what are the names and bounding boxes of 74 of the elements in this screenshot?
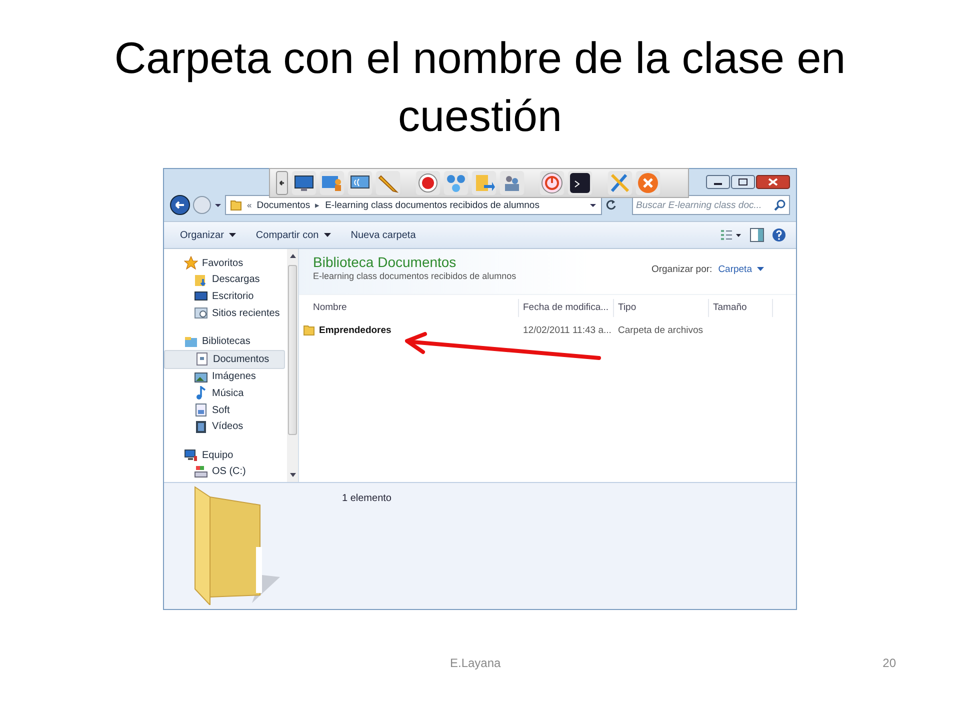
breadcrumb-separator[interactable]: « xyxy=(247,200,252,210)
drive-icon xyxy=(194,464,208,479)
caret-icon xyxy=(757,267,764,272)
film-icon xyxy=(194,420,208,434)
people-icon[interactable] xyxy=(500,171,524,195)
sidebar-item[interactable]: Equipo xyxy=(164,446,287,464)
search-field[interactable]: Buscar E-learning class doc... xyxy=(632,195,790,215)
column-header[interactable]: Tamaño xyxy=(709,299,773,317)
library-subtitle: E-learning class documentos recibidos de alumnos xyxy=(313,271,516,281)
network-icon[interactable] xyxy=(444,171,468,195)
view-list-icon[interactable] xyxy=(720,228,742,242)
column-header[interactable]: Fecha de modifica... xyxy=(519,299,614,317)
sidebar-item[interactable]: Música xyxy=(164,385,287,402)
monitor-icon[interactable] xyxy=(292,171,316,195)
breadcrumb-separator[interactable]: ▸ xyxy=(315,200,320,210)
arrange-label: Organizar por: xyxy=(651,264,712,275)
file-name: Emprendedores xyxy=(319,324,392,336)
slide-title: Carpeta con el nombre de la clase en cuestión xyxy=(113,33,847,143)
minimize-icon[interactable] xyxy=(706,175,730,189)
column-header[interactable]: Tipo xyxy=(614,299,709,317)
library-title: Biblioteca Documentos xyxy=(313,254,458,270)
table-cell-text: Carpeta de archivos xyxy=(617,324,704,336)
large-folder-icon xyxy=(192,485,282,605)
caret-icon[interactable] xyxy=(214,201,222,209)
computer-icon xyxy=(184,448,198,462)
sidebar-item[interactable]: Favoritos xyxy=(164,255,287,272)
command-button[interactable]: Nueva carpeta xyxy=(344,228,422,242)
tools-icon[interactable] xyxy=(608,171,632,195)
sidebar-item[interactable]: Soft xyxy=(164,402,287,418)
monitor-signal-icon[interactable] xyxy=(348,171,372,195)
command-button[interactable]: Compartir con xyxy=(250,228,337,242)
help-icon[interactable] xyxy=(772,228,786,242)
status-text: 1 elemento xyxy=(342,493,392,504)
arrange-dropdown[interactable]: Carpeta xyxy=(716,264,766,275)
document-icon xyxy=(195,352,209,366)
folder-download-icon xyxy=(194,272,208,287)
sidebar-item[interactable]: Imágenes xyxy=(164,368,287,386)
terminal-icon[interactable] xyxy=(568,171,592,195)
sidebar-item[interactable]: Sitios recientes xyxy=(164,304,287,322)
star-icon xyxy=(184,256,198,270)
maximize-icon[interactable] xyxy=(731,175,755,189)
document-icon xyxy=(194,403,208,418)
library-icon xyxy=(184,334,198,349)
search-icon[interactable] xyxy=(774,199,786,211)
sidebar-item[interactable]: Escritorio xyxy=(164,288,287,305)
sidebar-item[interactable]: Descargas xyxy=(164,272,287,288)
refresh-icon[interactable] xyxy=(605,199,617,211)
command-button[interactable]: Organizar xyxy=(174,228,242,242)
sidebar-item[interactable]: Bibliotecas xyxy=(164,333,287,350)
handle-icon[interactable] xyxy=(276,171,288,195)
folder-icon xyxy=(230,199,242,211)
recent-places-icon xyxy=(194,306,208,320)
sidebar-item[interactable]: Documentos xyxy=(164,350,285,369)
sidebar-item[interactable]: OS (C:) xyxy=(164,464,287,480)
record-icon[interactable] xyxy=(416,171,440,195)
preview-pane-icon[interactable] xyxy=(750,228,764,242)
breadcrumb[interactable]: E-learning class documentos recibidos de alumnos xyxy=(325,200,540,210)
back-icon[interactable] xyxy=(170,195,190,215)
file-row[interactable]: Emprendedores 12/02/2011 11:43 a... Carpeta de archivos xyxy=(299,321,796,339)
page-number: 20 xyxy=(882,656,896,672)
caret-icon[interactable] xyxy=(589,201,597,209)
scrollbar[interactable] xyxy=(287,249,298,482)
pencil-icon[interactable] xyxy=(376,171,400,195)
close-icon[interactable] xyxy=(756,175,790,189)
scroll-thumb[interactable] xyxy=(288,265,297,435)
sidebar-item[interactable]: Vídeos xyxy=(164,418,287,435)
folder-icon xyxy=(303,324,315,336)
breadcrumb[interactable]: Documentos xyxy=(256,200,310,210)
table-cell-text: 12/02/2011 11:43 a... xyxy=(522,324,612,336)
footer-text: E.Layana xyxy=(450,656,501,672)
column-header[interactable]: Nombre xyxy=(299,299,519,317)
desktop-icon xyxy=(194,289,208,304)
picture-icon xyxy=(194,370,208,384)
music-note-icon xyxy=(194,386,208,400)
